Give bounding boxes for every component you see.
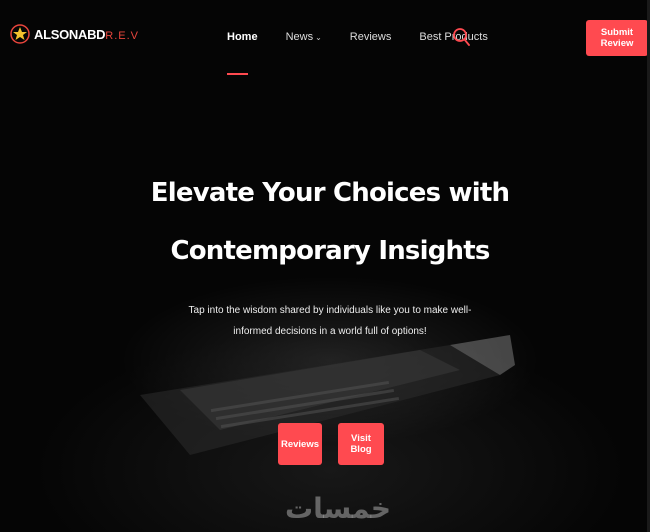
hero-title-line-1: Elevate Your Choices with bbox=[150, 178, 510, 208]
nav-item-news-label: News bbox=[285, 31, 314, 43]
site-logo[interactable]: ALSONABDR.E.V bbox=[10, 24, 139, 44]
logo-accent-text: R.E.V bbox=[105, 29, 139, 42]
visit-blog-button[interactable]: Visit Blog bbox=[338, 423, 384, 465]
main-nav: Home News ⌄ Reviews Best Products bbox=[227, 31, 516, 75]
site-header: ALSONABDR.E.V Home News ⌄ Reviews Best Pr… bbox=[0, 0, 650, 80]
star-logo-icon bbox=[10, 24, 30, 44]
reviews-button[interactable]: Reviews bbox=[278, 423, 322, 465]
nav-item-news[interactable]: News ⌄ bbox=[286, 31, 322, 43]
hero-subtitle: Tap into the wisdom shared by individual… bbox=[188, 305, 472, 337]
hero-title: Elevate Your Choices with Contemporary I… bbox=[150, 164, 510, 280]
search-icon[interactable] bbox=[452, 27, 470, 47]
nav-item-reviews[interactable]: Reviews bbox=[350, 31, 392, 43]
hero-title-line-2: Contemporary Insights bbox=[170, 236, 490, 266]
nav-item-home[interactable]: Home bbox=[227, 31, 258, 75]
logo-text: ALSONABDR.E.V bbox=[34, 27, 139, 42]
submit-review-button[interactable]: Submit Review bbox=[586, 20, 648, 56]
watermark-text: خمسات bbox=[285, 492, 392, 525]
logo-main-text: ALSONABD bbox=[34, 26, 106, 42]
chevron-down-icon: ⌄ bbox=[315, 33, 322, 42]
